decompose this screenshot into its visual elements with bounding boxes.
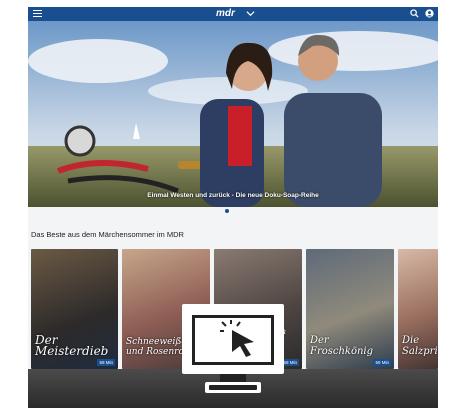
hero-image xyxy=(28,21,438,207)
menu-icon[interactable] xyxy=(33,10,42,18)
user-icon[interactable] xyxy=(425,9,434,18)
monitor-click-icon xyxy=(182,304,286,394)
card-title: Der Meisterdieb xyxy=(35,333,109,358)
teaser-card[interactable]: Der Meisterdieb 59 Min xyxy=(31,249,118,369)
duration-badge: 59 Min xyxy=(373,359,391,366)
carousel-dots xyxy=(28,207,438,215)
carousel-dot-active[interactable] xyxy=(225,209,229,213)
teaser-card[interactable]: Die Salzprinzessin xyxy=(398,249,438,369)
card-title: Die Salzprinzessin xyxy=(402,335,438,357)
hero-teaser[interactable]: Einmal Westen und zurück - Die neue Doku… xyxy=(28,21,438,207)
search-icon[interactable] xyxy=(410,9,419,18)
chevron-down-icon[interactable] xyxy=(246,9,255,18)
teaser-card[interactable]: Der Froschkönig 59 Min xyxy=(306,249,394,369)
duration-badge: 59 Min xyxy=(97,359,115,366)
card-title: Der Froschkönig xyxy=(310,335,374,357)
top-bar: mdr xyxy=(28,7,438,21)
hero-caption[interactable]: Einmal Westen und zurück - Die neue Doku… xyxy=(28,192,438,199)
cursor-click-icon xyxy=(220,320,254,357)
brand-logo[interactable]: mdr xyxy=(216,8,235,19)
section-title[interactable]: Das Beste aus dem Märchensommer im MDR xyxy=(31,230,184,239)
